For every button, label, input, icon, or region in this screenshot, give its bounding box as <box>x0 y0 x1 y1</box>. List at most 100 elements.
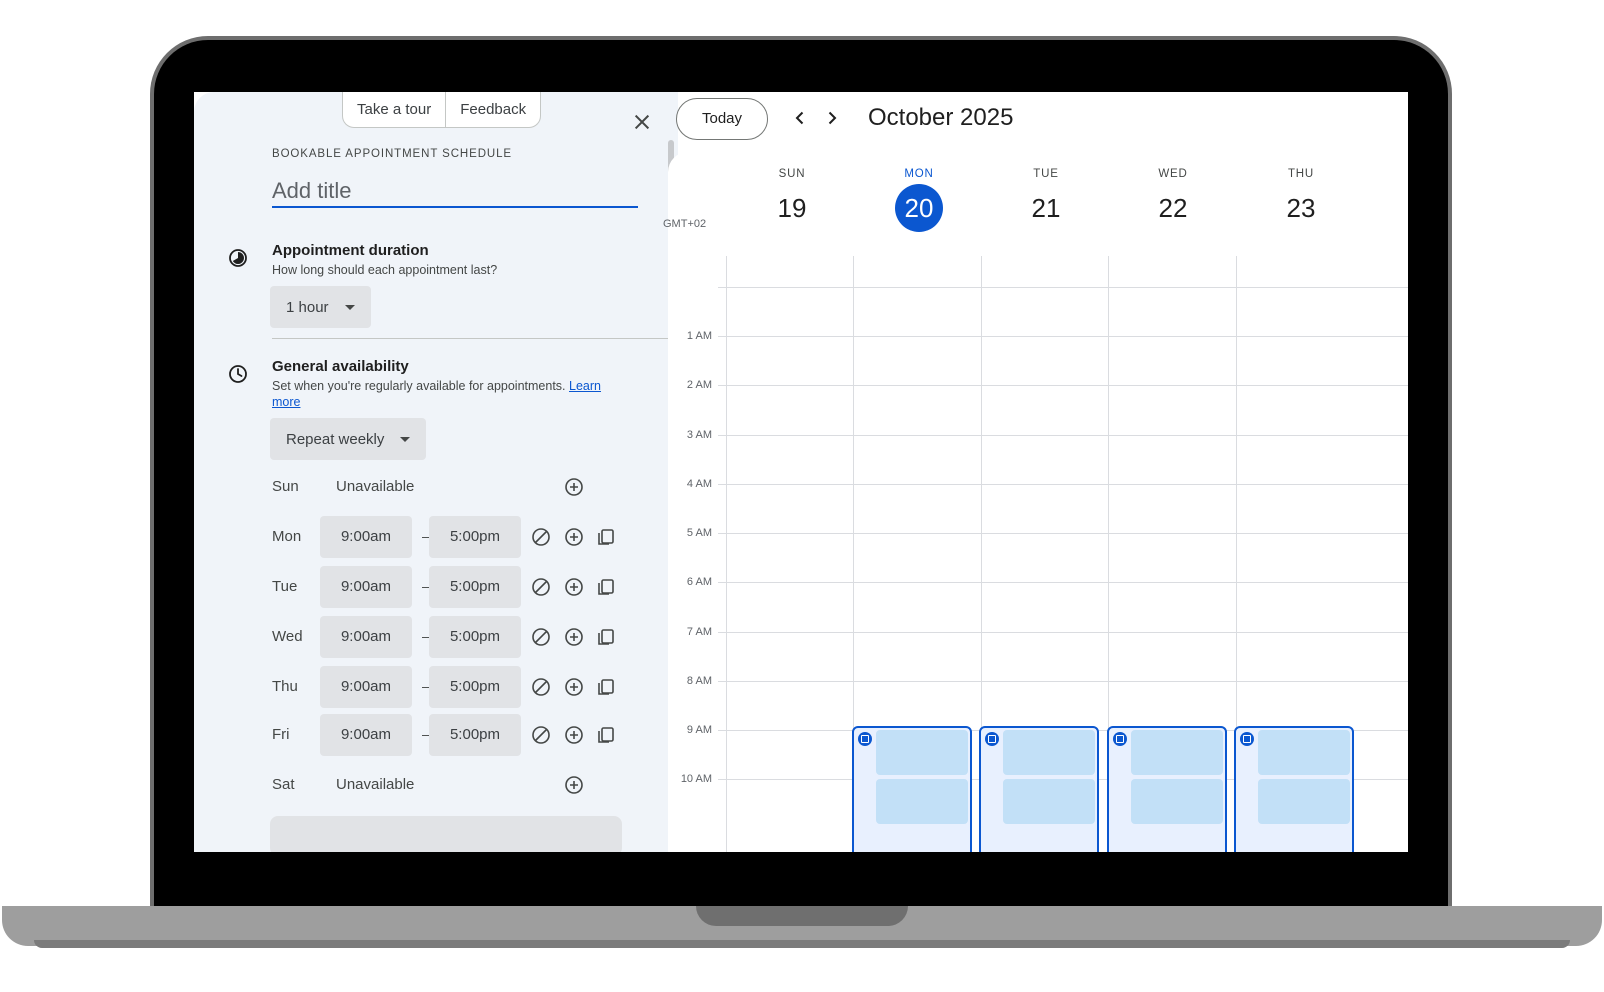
bookable-slot[interactable] <box>876 730 968 775</box>
bookable-slots-wed[interactable] <box>1107 726 1227 852</box>
timezone-label: GMT+02 <box>663 218 707 230</box>
booking-page-icon <box>985 732 999 746</box>
day-date: 23 <box>1286 193 1316 223</box>
bookable-slots-thu[interactable] <box>1234 726 1354 852</box>
copy-icon[interactable] <box>596 725 616 745</box>
title-input[interactable] <box>272 176 638 208</box>
grid-row-line <box>718 435 1408 436</box>
start-time-field[interactable]: 9:00am <box>320 714 412 756</box>
copy-icon[interactable] <box>596 677 616 697</box>
duration-subtitle: How long should each appointment last? <box>272 263 498 277</box>
unavailable-icon[interactable] <box>531 725 551 745</box>
grid-row-line <box>718 336 1408 337</box>
start-time-field[interactable]: 9:00am <box>320 516 412 558</box>
bookable-slot[interactable] <box>1131 779 1223 824</box>
start-time-field[interactable]: 9:00am <box>320 666 412 708</box>
add-icon[interactable] <box>564 725 584 745</box>
booking-page-icon <box>1113 732 1127 746</box>
day-header-wed[interactable]: WED 22 <box>1109 168 1237 232</box>
add-icon[interactable] <box>564 527 584 547</box>
unavailable-icon[interactable] <box>531 677 551 697</box>
day-label: Mon <box>272 528 302 545</box>
grid-row-line <box>718 632 1408 633</box>
chevron-right-icon[interactable] <box>822 108 842 128</box>
grid-row-line <box>718 287 1408 288</box>
bookable-slot[interactable] <box>1003 779 1095 824</box>
day-date: 22 <box>1158 193 1188 223</box>
unavailable-icon[interactable] <box>531 527 551 547</box>
bookable-slot[interactable] <box>1131 730 1223 775</box>
add-icon[interactable] <box>564 477 584 497</box>
add-icon[interactable] <box>564 677 584 697</box>
copy-icon[interactable] <box>596 577 616 597</box>
feedback-button[interactable]: Feedback <box>445 92 540 127</box>
bookable-slot[interactable] <box>1258 730 1350 775</box>
today-button[interactable]: Today <box>676 98 768 140</box>
day-date: 19 <box>777 193 807 223</box>
day-name: MON <box>904 168 934 180</box>
bookable-slot[interactable] <box>1258 779 1350 824</box>
start-time-field[interactable]: 9:00am <box>320 566 412 608</box>
day-row-fri: Fri 9:00am – 5:00pm <box>194 714 678 756</box>
end-time-field[interactable]: 5:00pm <box>429 666 521 708</box>
hour-label: 7 AM <box>686 626 712 638</box>
hour-label: 6 AM <box>686 576 712 588</box>
laptop-notch <box>696 906 908 926</box>
day-row-mon: Mon 9:00am – 5:00pm <box>194 516 678 558</box>
day-date-today: 20 <box>895 184 943 232</box>
hour-label: 10 AM <box>680 773 712 785</box>
end-time-field[interactable]: 5:00pm <box>429 714 521 756</box>
day-label: Wed <box>272 628 303 645</box>
add-icon[interactable] <box>564 577 584 597</box>
cut-off-control[interactable] <box>270 816 622 852</box>
screen: Take a tour Feedback BOOKABLE APPOINTMEN… <box>194 92 1408 852</box>
bookable-slot[interactable] <box>876 779 968 824</box>
availability-subtitle-text: Set when you're regularly available for … <box>272 379 566 393</box>
repeat-dropdown[interactable]: Repeat weekly <box>270 418 427 460</box>
end-time-field[interactable]: 5:00pm <box>429 516 521 558</box>
day-label: Fri <box>272 726 290 743</box>
day-row-sat: Sat Unavailable <box>194 764 678 806</box>
grid-row-line <box>718 533 1408 534</box>
start-time-field[interactable]: 9:00am <box>320 616 412 658</box>
booking-page-icon <box>1240 732 1254 746</box>
duration-icon <box>229 249 247 267</box>
bookable-slots-mon[interactable] <box>852 726 972 852</box>
day-header-tue[interactable]: TUE 21 <box>982 168 1110 232</box>
hour-label: 4 AM <box>686 478 712 490</box>
repeat-value: Repeat weekly <box>286 430 385 448</box>
dropdown-arrow-icon <box>400 436 411 442</box>
section-divider <box>272 338 674 339</box>
take-tour-button[interactable]: Take a tour <box>343 92 445 127</box>
bookable-slot[interactable] <box>1003 730 1095 775</box>
duration-dropdown[interactable]: 1 hour <box>270 286 371 328</box>
chevron-left-icon[interactable] <box>790 108 810 128</box>
hour-label: 9 AM <box>686 724 712 736</box>
booking-page-icon <box>858 732 872 746</box>
day-header-thu[interactable]: THU 23 <box>1237 168 1365 232</box>
day-row-wed: Wed 9:00am – 5:00pm <box>194 616 678 658</box>
day-header-sun[interactable]: SUN 19 <box>728 168 856 232</box>
day-row-tue: Tue 9:00am – 5:00pm <box>194 566 678 608</box>
copy-icon[interactable] <box>596 627 616 647</box>
day-name: TUE <box>1033 168 1059 180</box>
close-icon[interactable] <box>630 110 654 134</box>
end-time-field[interactable]: 5:00pm <box>429 566 521 608</box>
day-name: THU <box>1287 168 1315 180</box>
clock-icon <box>229 365 247 383</box>
unavailable-text: Unavailable <box>336 478 415 495</box>
add-icon[interactable] <box>564 627 584 647</box>
unavailable-icon[interactable] <box>531 627 551 647</box>
grid-row-line <box>718 582 1408 583</box>
add-icon[interactable] <box>564 775 584 795</box>
end-time-field[interactable]: 5:00pm <box>429 616 521 658</box>
bookable-slots-tue[interactable] <box>979 726 1099 852</box>
day-header-mon[interactable]: MON 20 <box>855 168 983 232</box>
grid-row-line <box>718 484 1408 485</box>
schedule-type-label: BOOKABLE APPOINTMENT SCHEDULE <box>272 148 512 160</box>
copy-icon[interactable] <box>596 527 616 547</box>
dropdown-arrow-icon <box>344 304 355 310</box>
day-row-sun: Sun Unavailable <box>194 466 678 508</box>
unavailable-icon[interactable] <box>531 577 551 597</box>
day-date: 21 <box>1031 193 1061 223</box>
